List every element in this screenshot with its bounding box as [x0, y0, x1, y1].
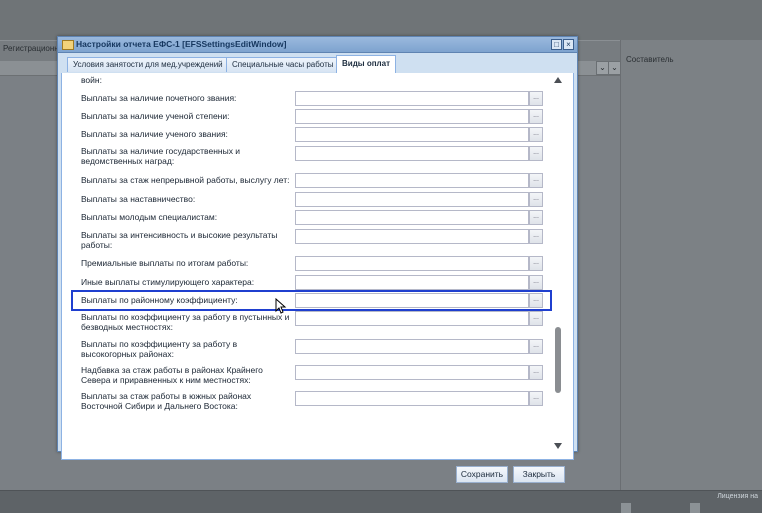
select-trigger-button[interactable]: ... — [529, 109, 543, 124]
payment-input[interactable] — [295, 365, 529, 380]
row-label: Выплаты за наличие государственных и вед… — [81, 146, 241, 166]
select-trigger-button[interactable]: ... — [529, 391, 543, 406]
payment-input[interactable] — [295, 146, 529, 161]
row-label: Выплаты за наличие ученого звания: — [81, 129, 228, 139]
row-label: Выплаты за наставничество: — [81, 194, 196, 204]
close-button[interactable]: Закрыть — [513, 466, 565, 483]
background-right-panel: Составитель — [620, 40, 762, 490]
select-trigger-button[interactable]: ... — [529, 210, 543, 225]
payment-input[interactable] — [295, 210, 529, 225]
row-label: Выплаты за стаж работы в южных районах В… — [81, 391, 252, 411]
scroll-up-icon[interactable] — [554, 77, 562, 83]
row-label: Выплаты по коэффициенту за работу в высо… — [81, 339, 238, 359]
select-trigger-button[interactable]: ... — [529, 91, 543, 106]
mouse-cursor-icon — [275, 298, 287, 314]
select-trigger-button[interactable]: ... — [529, 173, 543, 188]
select-trigger-button[interactable]: ... — [529, 339, 543, 354]
row-label: Надбавка за стаж работы в районах Крайне… — [81, 365, 263, 385]
focus-highlight-box — [71, 290, 552, 311]
select-trigger-button[interactable]: ... — [529, 229, 543, 244]
tab-payment-types[interactable]: Виды оплат — [336, 55, 396, 73]
row-label: Выплаты за наличие почетного звания: — [81, 93, 237, 103]
payment-types-panel: войн: Выплаты за наличие почетного звани… — [61, 73, 574, 460]
payment-input[interactable] — [295, 256, 529, 271]
row-label: Выплаты за интенсивность и высокие резул… — [81, 230, 278, 250]
dialog-titlebar[interactable]: Настройки отчета ЕФС-1 [EFSSettingsEditW… — [58, 37, 577, 53]
row-label: Иные выплаты стимулирующего характера: — [81, 277, 255, 287]
row-label: Премиальные выплаты по итогам работы: — [81, 258, 249, 268]
payment-input[interactable] — [295, 192, 529, 207]
column-header-registration: Регистрационн — [3, 44, 59, 53]
payment-input[interactable] — [295, 91, 529, 106]
scroll-thumb[interactable] — [555, 327, 561, 393]
select-trigger-button[interactable]: ... — [529, 192, 543, 207]
window-icon — [62, 40, 74, 50]
save-button[interactable]: Сохранить — [456, 466, 508, 483]
row-label: Выплаты по коэффициенту за работу в пуст… — [81, 312, 290, 332]
row-label: Выплаты за наличие ученой степени: — [81, 111, 230, 121]
payment-input[interactable] — [295, 391, 529, 406]
select-trigger-button[interactable]: ... — [529, 365, 543, 380]
select-trigger-button[interactable]: ... — [529, 275, 543, 290]
license-text: Лицензия на — [717, 493, 758, 500]
dialog-title: Настройки отчета ЕФС-1 [EFSSettingsEditW… — [76, 39, 287, 49]
select-trigger-button[interactable]: ... — [529, 127, 543, 142]
payment-input[interactable] — [295, 339, 529, 354]
payment-input[interactable] — [295, 311, 529, 326]
select-trigger-button[interactable]: ... — [529, 311, 543, 326]
vertical-scrollbar[interactable] — [552, 77, 564, 453]
select-trigger-button[interactable]: ... — [529, 146, 543, 161]
maximize-button[interactable]: □ — [551, 39, 562, 50]
settings-dialog: Настройки отчета ЕФС-1 [EFSSettingsEditW… — [57, 36, 578, 483]
form-scroll-area: войн: Выплаты за наличие почетного звани… — [66, 73, 550, 456]
close-icon[interactable]: × — [563, 39, 574, 50]
payment-input[interactable] — [295, 127, 529, 142]
tab-special-hours[interactable]: Специальные часы работы — [226, 57, 340, 72]
row-label: Выплаты молодым специалистам: — [81, 212, 218, 222]
payment-input[interactable] — [295, 109, 529, 124]
scroll-down-icon[interactable] — [554, 443, 562, 449]
tab-employment-conditions[interactable]: Условия занятости для мед.учреждений — [67, 57, 229, 72]
payment-input[interactable] — [295, 275, 529, 290]
row-label: Выплаты за стаж непрерывной работы, высл… — [81, 175, 290, 185]
payment-input[interactable] — [295, 173, 529, 188]
partial-label: войн: — [81, 75, 102, 85]
background-toolbar — [0, 0, 762, 40]
payment-input[interactable] — [295, 229, 529, 244]
column-header-author: Составитель — [626, 55, 674, 64]
select-trigger-button[interactable]: ... — [529, 256, 543, 271]
status-bar: Лицензия на — [0, 490, 762, 513]
tab-strip: Условия занятости для мед.учреждений Спе… — [61, 55, 573, 74]
